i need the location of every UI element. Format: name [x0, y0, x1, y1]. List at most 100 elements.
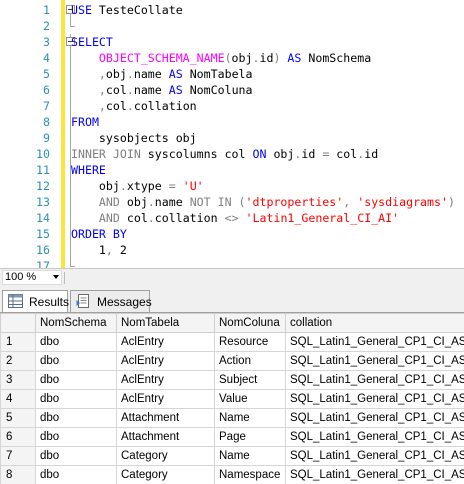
cell-collation[interactable]: SQL_Latin1_General_CP1_CI_AS	[285, 351, 464, 371]
code-token: name	[133, 83, 169, 97]
line-number: 14	[36, 211, 50, 225]
cell-nomtabela[interactable]: Attachment	[116, 427, 215, 447]
code-token: obj	[231, 51, 253, 65]
sql-editor[interactable]: 1 USE TesteCollate 2 3 SELECT 4 OBJECT_SCHEMA…	[0, 0, 464, 268]
cell-nomschema[interactable]: dbo	[35, 446, 117, 466]
code-line[interactable]: 3 SELECT	[0, 34, 464, 50]
results-grid[interactable]: NomSchema NomTabela NomColuna collation …	[0, 312, 464, 484]
cell-collation[interactable]: SQL_Latin1_General_CP1_CI_AS	[285, 389, 464, 409]
cell-nomcoluna[interactable]: Action	[214, 351, 286, 371]
code-token: id	[364, 147, 379, 161]
code-token: obj	[266, 147, 295, 161]
code-token: xtype	[126, 179, 169, 193]
cell-nomtabela[interactable]: AclEntry	[116, 370, 215, 390]
code-token: NomColuna	[182, 83, 253, 97]
code-line[interactable]: 16 1, 2	[0, 242, 464, 258]
column-header-nomtabela[interactable]: NomTabela	[116, 313, 215, 333]
cell-nomcoluna[interactable]: Name	[214, 408, 286, 428]
row-number[interactable]: 2	[0, 351, 36, 371]
row-number[interactable]: 4	[0, 389, 36, 409]
code-line[interactable]: 7 ,col.collation	[0, 98, 464, 114]
cell-nomschema[interactable]: dbo	[35, 465, 117, 484]
tab-results[interactable]: Results	[2, 290, 69, 313]
code-token: <>	[224, 211, 239, 225]
code-line[interactable]: 17	[0, 258, 464, 268]
row-number[interactable]: 1	[0, 332, 36, 352]
tab-messages[interactable]: Messages	[70, 290, 152, 312]
table-row[interactable]: 2 dbo AclEntry Action SQL_Latin1_General…	[0, 351, 464, 371]
table-row[interactable]: 8 dbo Category Namespace SQL_Latin1_Gene…	[0, 465, 464, 484]
code-line[interactable]: 1 USE TesteCollate	[0, 2, 464, 18]
row-number[interactable]: 3	[0, 370, 36, 390]
cell-nomschema[interactable]: dbo	[35, 408, 117, 428]
code-line[interactable]: 13 AND obj.name NOT IN ('dtproperties', …	[0, 194, 464, 210]
code-token: NOT IN (	[189, 195, 246, 209]
line-number: 12	[36, 179, 50, 193]
code-line[interactable]: 8 FROM	[0, 114, 464, 130]
code-token: .	[147, 195, 155, 209]
code-line[interactable]: 11 WHERE	[0, 162, 464, 178]
table-row[interactable]: 5 dbo Attachment Name SQL_Latin1_General…	[0, 408, 464, 428]
code-token: 'dtproperties'	[245, 195, 344, 209]
cell-collation[interactable]: SQL_Latin1_General_CP1_CI_AS	[285, 465, 464, 484]
code-token: AND	[98, 195, 120, 209]
cell-collation[interactable]: SQL_Latin1_General_CP1_CI_AS	[285, 446, 464, 466]
code-token: col	[329, 147, 358, 161]
cell-nomschema[interactable]: dbo	[35, 389, 117, 409]
line-number: 13	[36, 195, 50, 209]
cell-collation[interactable]: SQL_Latin1_General_CP1_CI_AS	[285, 370, 464, 390]
cell-nomschema[interactable]: dbo	[35, 332, 117, 352]
table-row[interactable]: 4 dbo AclEntry Value SQL_Latin1_General_…	[0, 389, 464, 409]
cell-nomschema[interactable]: dbo	[35, 427, 117, 447]
table-row[interactable]: 1 dbo AclEntry Resource SQL_Latin1_Gener…	[0, 332, 464, 352]
zoom-bar: 100 %	[0, 268, 464, 286]
code-token: NomTabela	[182, 67, 253, 81]
code-token: collation	[133, 99, 197, 113]
cell-nomtabela[interactable]: AclEntry	[116, 351, 215, 371]
cell-nomtabela[interactable]: AclEntry	[116, 389, 215, 409]
code-token: ,	[98, 99, 106, 113]
cell-nomschema[interactable]: dbo	[35, 370, 117, 390]
header-row: NomSchema NomTabela NomColuna collation	[0, 313, 464, 333]
row-number[interactable]: 5	[0, 408, 36, 428]
table-row[interactable]: 6 dbo Attachment Page SQL_Latin1_General…	[0, 427, 464, 447]
code-line[interactable]: 9 sysobjects obj	[0, 130, 464, 146]
code-token: SELECT	[71, 35, 113, 49]
zoom-dropdown[interactable]: 100 %	[2, 270, 62, 285]
cell-nomcoluna[interactable]: Value	[214, 389, 286, 409]
cell-nomcoluna[interactable]: Subject	[214, 370, 286, 390]
code-token: AS	[287, 51, 302, 65]
cell-nomtabela[interactable]: Attachment	[116, 408, 215, 428]
cell-collation[interactable]: SQL_Latin1_General_CP1_CI_AS	[285, 332, 464, 352]
cell-nomtabela[interactable]: Category	[116, 446, 215, 466]
cell-nomcoluna[interactable]: Name	[214, 446, 286, 466]
code-line[interactable]: 6 ,col.name AS NomColuna	[0, 82, 464, 98]
row-number[interactable]: 6	[0, 427, 36, 447]
column-header-nomcoluna[interactable]: NomColuna	[214, 313, 286, 333]
code-token: .	[126, 99, 134, 113]
cell-nomschema[interactable]: dbo	[35, 351, 117, 371]
code-line[interactable]: 10 INNER JOIN syscolumns col ON obj.id = …	[0, 146, 464, 162]
table-row[interactable]: 3 dbo AclEntry Subject SQL_Latin1_Genera…	[0, 370, 464, 390]
cell-collation[interactable]: SQL_Latin1_General_CP1_CI_AS	[285, 427, 464, 447]
code-line[interactable]: 14 AND col.collation <> 'Latin1_General_…	[0, 210, 464, 226]
code-line[interactable]: 4 OBJECT_SCHEMA_NAME(obj.id) AS NomSchem…	[0, 50, 464, 66]
column-header-collation[interactable]: collation	[285, 313, 464, 333]
code-token: ON	[252, 147, 267, 161]
column-header-nomschema[interactable]: NomSchema	[35, 313, 117, 333]
table-row[interactable]: 7 dbo Category Name SQL_Latin1_General_C…	[0, 446, 464, 466]
cell-nomcoluna[interactable]: Namespace	[214, 465, 286, 484]
cell-nomtabela[interactable]: Category	[116, 465, 215, 484]
code-line[interactable]: 12 obj.xtype = 'U'	[0, 178, 464, 194]
cell-collation[interactable]: SQL_Latin1_General_CP1_CI_AS	[285, 408, 464, 428]
cell-nomcoluna[interactable]: Page	[214, 427, 286, 447]
code-line[interactable]: 15 ORDER BY	[0, 226, 464, 242]
row-number-header[interactable]	[0, 313, 36, 333]
cell-nomtabela[interactable]: AclEntry	[116, 332, 215, 352]
code-line[interactable]: 2	[0, 18, 464, 34]
code-token: .	[126, 83, 134, 97]
row-number[interactable]: 7	[0, 446, 36, 466]
cell-nomcoluna[interactable]: Resource	[214, 332, 286, 352]
code-line[interactable]: 5 ,obj.name AS NomTabela	[0, 66, 464, 82]
row-number[interactable]: 8	[0, 465, 36, 484]
